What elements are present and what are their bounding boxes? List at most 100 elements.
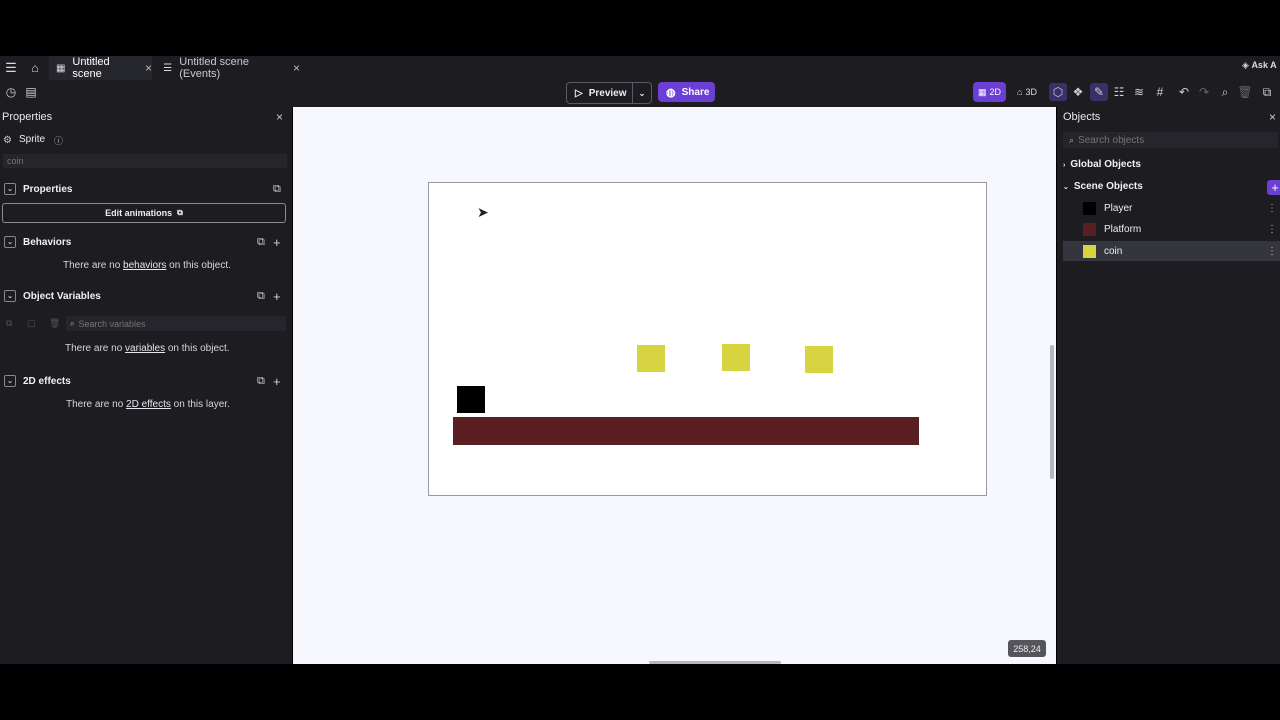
objects-search-input[interactable] bbox=[1078, 134, 1259, 146]
chevron-down-icon: ⌄ bbox=[1063, 184, 1069, 191]
object-name-input[interactable] bbox=[3, 154, 287, 168]
add-object-button[interactable]: + bbox=[1267, 180, 1280, 195]
edit-animations-button[interactable]: Edit animations ⧉ bbox=[2, 203, 286, 223]
more-vertical-icon[interactable]: ⋮ bbox=[1267, 224, 1277, 235]
collapse-icon: ⌄ bbox=[4, 375, 16, 387]
search-icon: ⌕ bbox=[70, 318, 75, 328]
panel-title: Objects bbox=[1063, 111, 1101, 123]
properties-panel: Properties × ⚙ Sprite ⓘ ⌄ Properties ⧉ E… bbox=[0, 107, 292, 664]
tab-label: Untitled scene (Events) bbox=[179, 56, 249, 80]
effects-empty-note: There are no 2D effects on this layer. bbox=[66, 399, 230, 410]
variables-search-input[interactable] bbox=[78, 318, 269, 329]
delete-icon[interactable]: 🗑 bbox=[49, 318, 60, 329]
open-external-icon[interactable]: ⧉ bbox=[257, 290, 265, 303]
open-external-icon[interactable]: ⧉ bbox=[257, 375, 265, 388]
share-button[interactable]: ◍ Share bbox=[658, 82, 715, 102]
effects-section-header[interactable]: ⌄ 2D effects bbox=[4, 375, 71, 387]
tab-untitled-scene-events[interactable]: ☰ Untitled scene (Events) × bbox=[158, 56, 300, 80]
edit-icon[interactable]: ✎ bbox=[1090, 83, 1108, 101]
cursor-coordinates-readout: 258,24 bbox=[1008, 640, 1046, 657]
film-icon: ▦ bbox=[55, 62, 66, 74]
player-instance[interactable] bbox=[457, 386, 485, 413]
sprite-icon: ⚙ bbox=[3, 135, 12, 146]
globe-icon: ◍ bbox=[666, 86, 676, 99]
undo-icon[interactable]: ↶ bbox=[1175, 83, 1193, 101]
vertical-scrollbar[interactable] bbox=[1050, 345, 1054, 479]
horizontal-scrollbar[interactable] bbox=[649, 661, 781, 664]
close-icon[interactable]: × bbox=[1269, 110, 1276, 124]
more-vertical-icon[interactable]: ⋮ bbox=[1267, 246, 1277, 257]
instances-list-icon[interactable]: ☷ bbox=[1110, 83, 1128, 101]
home-icon[interactable]: ⌂ bbox=[27, 60, 43, 76]
object-type-label: Sprite bbox=[19, 134, 46, 145]
cube-icon: ⌂ bbox=[1017, 87, 1023, 97]
objects-panel: Objects × ⌕ ›Global Objects ⌄Scene Objec… bbox=[1057, 107, 1280, 664]
help-icon[interactable]: ⓘ bbox=[54, 134, 63, 147]
events-icon: ☰ bbox=[163, 62, 173, 74]
hamburger-menu-icon[interactable]: ☰ bbox=[3, 60, 19, 76]
coin-thumbnail bbox=[1083, 244, 1096, 258]
object-variables-section-header[interactable]: ⌄ Object Variables bbox=[4, 290, 101, 302]
play-icon: ▷ bbox=[575, 87, 583, 99]
coin-instance[interactable] bbox=[805, 346, 833, 373]
history-icon[interactable]: ◷ bbox=[2, 83, 20, 101]
tab-untitled-scene[interactable]: ▦ Untitled scene × bbox=[49, 56, 152, 80]
global-objects-group[interactable]: › Global Objects bbox=[1063, 159, 1141, 170]
object-groups-icon[interactable]: ❖ bbox=[1069, 83, 1087, 101]
close-icon[interactable]: × bbox=[276, 110, 283, 124]
variables-empty-note: There are no variables on this object. bbox=[65, 343, 230, 354]
behaviors-link[interactable]: behaviors bbox=[123, 260, 166, 271]
properties-section-header[interactable]: ⌄ Properties bbox=[4, 183, 72, 195]
redo-icon[interactable]: ↷ bbox=[1195, 83, 1213, 101]
preview-button[interactable]: ▷ Preview ⌄ bbox=[566, 82, 652, 104]
objects-search-field[interactable]: ⌕ bbox=[1063, 132, 1278, 148]
behaviors-empty-note: There are no behaviors on this object. bbox=[63, 260, 231, 271]
chevron-down-icon[interactable]: ⌄ bbox=[632, 83, 651, 103]
collapse-icon: ⌄ bbox=[4, 236, 16, 248]
effects-link[interactable]: 2D effects bbox=[126, 399, 171, 410]
grid-toggle-icon[interactable]: # bbox=[1151, 83, 1169, 101]
scene-objects-group[interactable]: ⌄ Scene Objects bbox=[1063, 181, 1143, 192]
panel-title: Properties bbox=[2, 111, 53, 123]
collapse-icon: ⌄ bbox=[4, 290, 16, 302]
platform-thumbnail bbox=[1083, 222, 1096, 236]
external-link-icon: ⧉ bbox=[177, 208, 183, 217]
object-row-coin[interactable]: coin ⋮ bbox=[1063, 241, 1280, 261]
variables-link[interactable]: variables bbox=[125, 343, 165, 354]
coin-instance[interactable] bbox=[637, 345, 665, 372]
save-icon[interactable]: ▤ bbox=[22, 83, 40, 101]
platform-instance[interactable] bbox=[453, 417, 919, 445]
search-icon: ⌕ bbox=[1069, 134, 1075, 145]
tab-bar: ☰ ⌂ ▦ Untitled scene × ☰ Untitled scene … bbox=[0, 56, 1280, 80]
add-variable-icon[interactable]: + bbox=[273, 289, 281, 304]
collapse-icon: ⌄ bbox=[4, 183, 16, 195]
ask-ai-button[interactable]: ◈ Ask A bbox=[1242, 60, 1277, 71]
scene-bounds bbox=[428, 182, 987, 496]
more-vertical-icon[interactable]: ⋮ bbox=[1267, 203, 1277, 214]
zoom-icon[interactable]: ⌕ bbox=[1216, 83, 1234, 101]
layers-icon[interactable]: ≋ bbox=[1130, 83, 1148, 101]
scene-toolbar: ◷ ▤ ▷ Preview ⌄ ◍ Share ▦ 2D ⌂ 3D ⬡ ❖ ✎ ☷ … bbox=[0, 80, 1280, 107]
chevron-right-icon: › bbox=[1063, 162, 1066, 169]
variables-search-field[interactable]: ⌕ bbox=[66, 316, 286, 331]
grid-icon: ▦ bbox=[977, 86, 987, 97]
close-icon[interactable]: × bbox=[145, 61, 152, 75]
coin-instance[interactable] bbox=[722, 344, 750, 371]
delete-icon[interactable]: 🗑 bbox=[1236, 83, 1254, 101]
more-icon[interactable]: ⧉ bbox=[1258, 83, 1276, 101]
copy-icon[interactable]: ⧉ bbox=[6, 318, 12, 329]
object-row-platform[interactable]: Platform ⋮ bbox=[1063, 219, 1280, 239]
open-external-icon[interactable]: ⧉ bbox=[257, 236, 265, 249]
scene-canvas[interactable]: ➤ 258,24 bbox=[293, 107, 1056, 664]
close-icon[interactable]: × bbox=[293, 61, 300, 75]
objects-panel-icon[interactable]: ⬡ bbox=[1049, 83, 1067, 101]
paste-icon[interactable]: ▢ bbox=[27, 318, 36, 329]
add-behavior-icon[interactable]: + bbox=[273, 235, 281, 250]
object-row-player[interactable]: Player ⋮ bbox=[1063, 198, 1280, 218]
behaviors-section-header[interactable]: ⌄ Behaviors bbox=[4, 236, 71, 248]
mode-3d-toggle[interactable]: ⌂ 3D bbox=[1012, 82, 1042, 102]
ai-icon: ◈ bbox=[1242, 60, 1249, 70]
add-effect-icon[interactable]: + bbox=[273, 374, 281, 389]
open-external-icon[interactable]: ⧉ bbox=[273, 183, 281, 196]
mode-2d-toggle[interactable]: ▦ 2D bbox=[973, 82, 1006, 102]
